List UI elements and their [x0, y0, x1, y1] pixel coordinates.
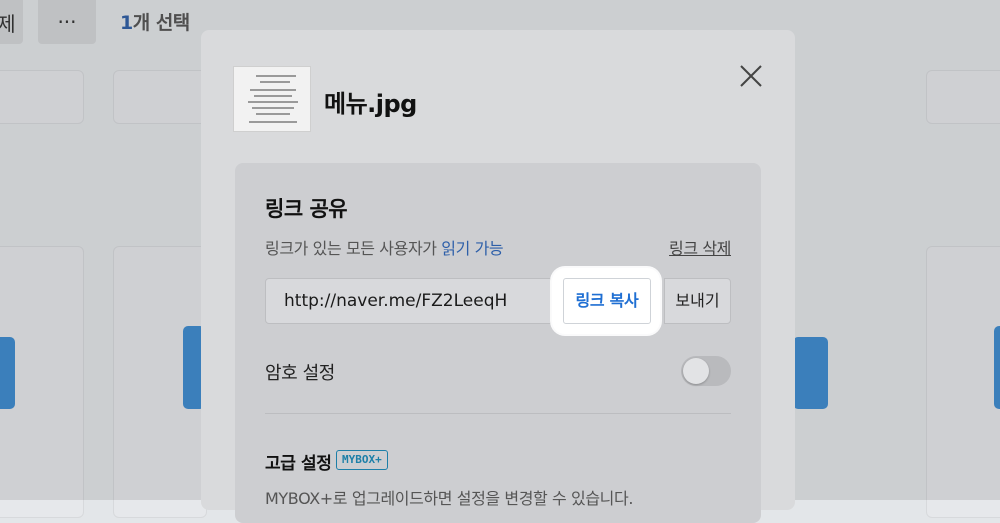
link-share-title: 링크 공유: [265, 197, 348, 221]
share-dialog: 메뉴.jpg 링크 공유 링크가 있는 모든 사용자가 읽기 가능 링크 삭제 …: [201, 30, 795, 523]
close-button[interactable]: [735, 60, 767, 92]
password-toggle[interactable]: [681, 356, 731, 386]
file-name: 메뉴.jpg: [324, 90, 417, 118]
password-setting-label: 암호 설정: [265, 363, 335, 384]
file-thumbnail: [233, 66, 311, 132]
toggle-knob: [683, 358, 709, 384]
mybox-plus-badge: MYBOX+: [336, 450, 388, 470]
share-url-field[interactable]: http://naver.me/FZ2LeeqH: [265, 278, 551, 324]
close-icon: [740, 65, 762, 87]
permission-prefix: 링크가 있는 모든 사용자가: [265, 239, 442, 258]
copy-link-button[interactable]: 링크 복사: [563, 278, 651, 324]
permission-dropdown-link[interactable]: 읽기 가능: [441, 239, 503, 258]
advanced-settings-title: 고급 설정: [265, 454, 332, 474]
divider: [265, 413, 731, 414]
advanced-settings-description: MYBOX+로 업그레이드하면 설정을 변경할 수 있습니다.: [265, 489, 634, 508]
link-share-panel: 링크 공유 링크가 있는 모든 사용자가 읽기 가능 링크 삭제 http://…: [235, 163, 761, 523]
delete-link-button[interactable]: 링크 삭제: [669, 235, 731, 259]
send-button[interactable]: 보내기: [664, 278, 731, 324]
permission-text: 링크가 있는 모든 사용자가 읽기 가능: [265, 235, 504, 259]
